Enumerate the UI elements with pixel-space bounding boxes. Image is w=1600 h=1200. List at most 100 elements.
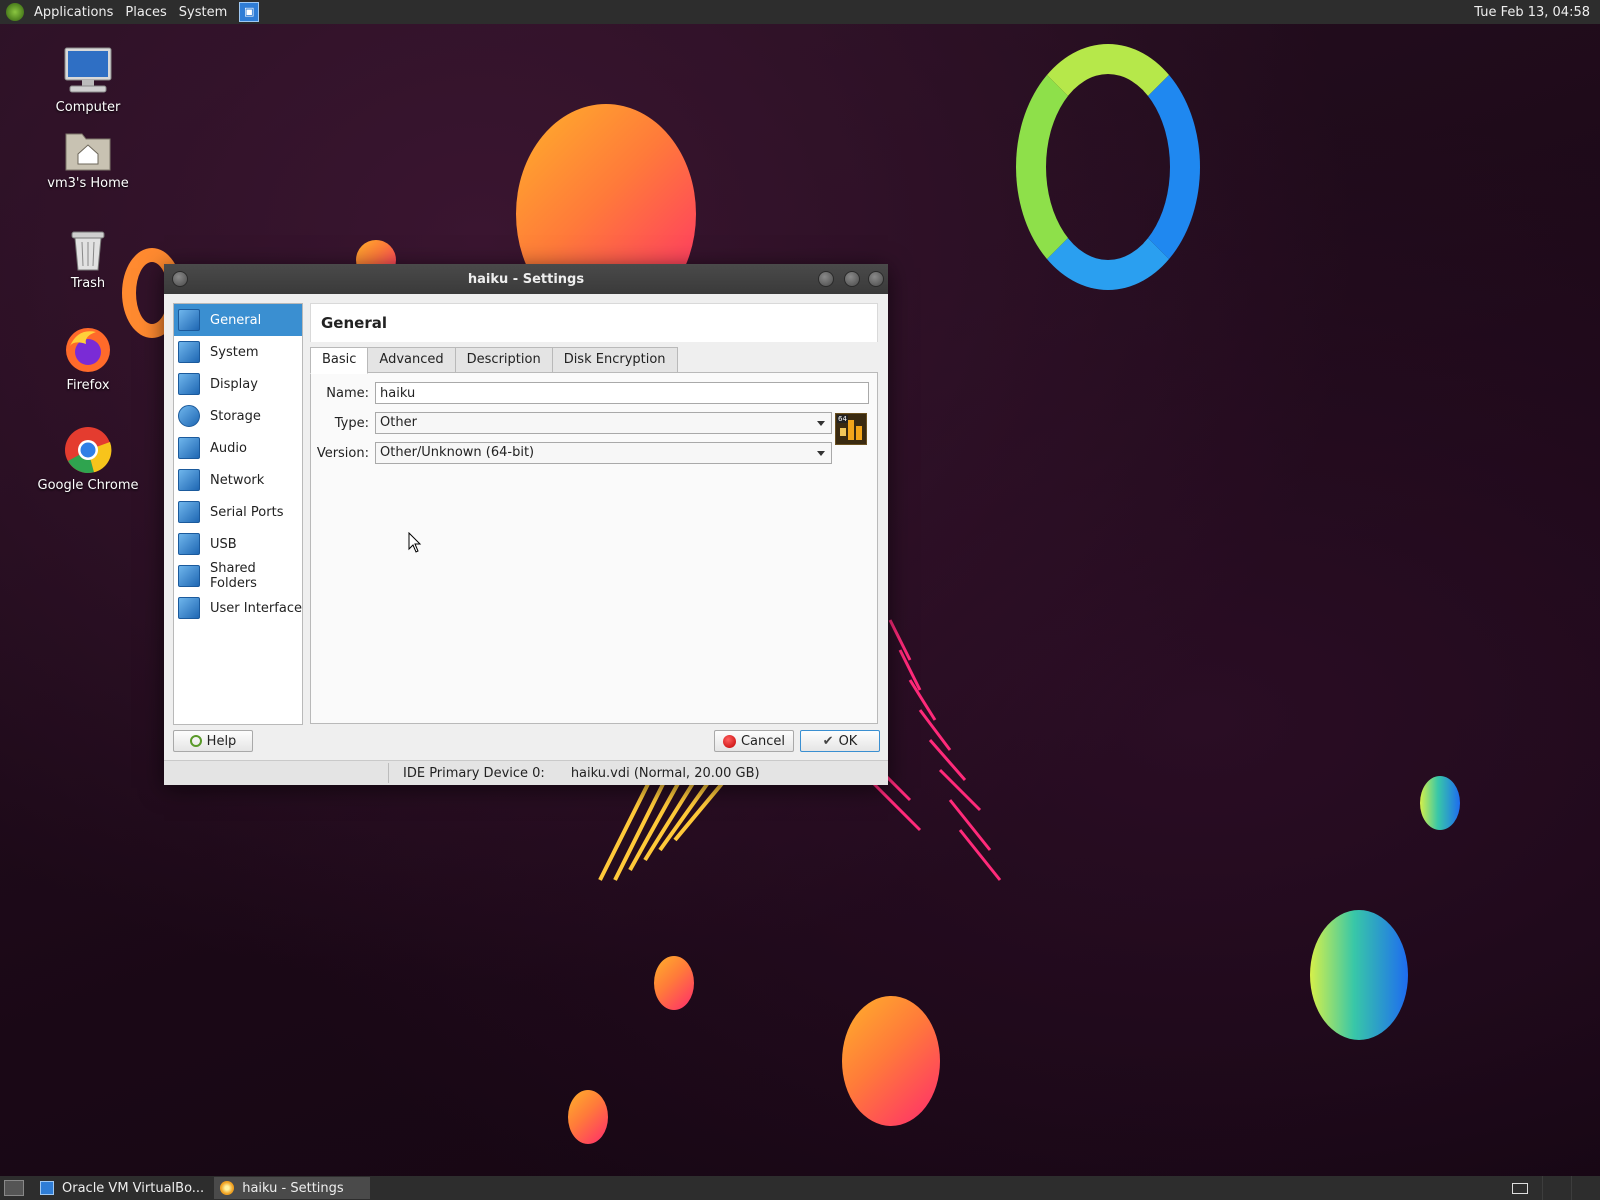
mouse-pointer-icon — [408, 532, 422, 553]
sidebar-item-label: General — [210, 312, 262, 328]
sidebar-item-label: Audio — [210, 440, 247, 456]
close-icon[interactable] — [868, 271, 884, 287]
desktop-icon-label: Trash — [70, 276, 106, 291]
window-menu-icon[interactable] — [172, 271, 188, 287]
ok-button-label: OK — [838, 733, 858, 749]
wallpaper-teal-oval-large — [1310, 910, 1408, 1040]
dialog-titlebar[interactable]: haiku - Settings — [164, 264, 888, 294]
taskbar-item-label: haiku - Settings — [242, 1180, 344, 1196]
sidebar-item-label: Network — [210, 472, 265, 488]
cancel-icon — [722, 734, 736, 748]
os-type-icon: 64 — [835, 413, 867, 445]
tab-basic[interactable]: Basic — [310, 347, 369, 374]
version-select-value: Other/Unknown (64-bit) — [380, 445, 535, 460]
tab-disk-encryption[interactable]: Disk Encryption — [551, 347, 678, 373]
system-tray — [1498, 1176, 1600, 1200]
show-desktop-icon[interactable] — [4, 1180, 24, 1196]
type-select[interactable]: Other — [375, 412, 832, 434]
tab-advanced[interactable]: Advanced — [367, 347, 456, 373]
minimize-icon[interactable] — [818, 271, 834, 287]
general-icon — [178, 309, 200, 331]
serial-ports-icon — [178, 501, 200, 523]
desktop-icon-label: Google Chrome — [37, 478, 139, 493]
applications-menu[interactable]: Applications — [28, 5, 119, 20]
sidebar-item-storage[interactable]: Storage — [174, 400, 302, 432]
version-label: Version: — [316, 445, 369, 461]
sidebar-item-system[interactable]: System — [174, 336, 302, 368]
page-title: General — [310, 303, 878, 342]
version-select[interactable]: Other/Unknown (64-bit) — [375, 442, 832, 464]
firefox-icon — [66, 328, 110, 372]
statusbar-divider — [388, 763, 389, 783]
sidebar-item-serial-ports[interactable]: Serial Ports — [174, 496, 302, 528]
cancel-button-label: Cancel — [740, 733, 786, 749]
desktop-icon-trash[interactable]: Trash — [33, 228, 143, 291]
sidebar-item-usb[interactable]: USB — [174, 528, 302, 560]
virtualbox-icon — [40, 1181, 54, 1195]
sidebar-item-label: Shared Folders — [210, 561, 257, 591]
status-disk-info: haiku.vdi (Normal, 20.00 GB) — [570, 765, 760, 781]
ok-button[interactable]: ✔ OK — [800, 730, 880, 752]
computer-icon — [64, 47, 112, 93]
desktop-icon-home[interactable]: vm3's Home — [33, 128, 143, 191]
tab-bar: Basic Advanced Description Disk Encrypti… — [310, 347, 678, 374]
distro-logo-icon[interactable] — [6, 3, 24, 21]
taskbar-item-haiku-settings[interactable]: haiku - Settings — [214, 1177, 371, 1199]
wallpaper-orange-dot-2 — [568, 1090, 608, 1144]
dialog-title: haiku - Settings — [467, 271, 585, 287]
settings-content: General Basic Advanced Description Disk … — [310, 303, 878, 724]
home-folder-icon — [65, 133, 111, 171]
storage-icon — [178, 405, 200, 427]
name-label: Name: — [326, 385, 369, 401]
sidebar-item-label: Serial Ports — [210, 504, 284, 520]
taskbar-item-virtualbox[interactable]: Oracle VM VirtualBo... — [34, 1177, 212, 1199]
settings-gear-icon — [220, 1181, 235, 1195]
system-chip-icon — [178, 341, 200, 363]
dropdown-arrow-icon — [817, 451, 825, 456]
desktop-icon-chrome[interactable]: Google Chrome — [33, 426, 143, 493]
wallpaper-teal-oval-small — [1420, 776, 1460, 830]
basic-tab-panel: Name: haiku Type: Other Version: Other/U… — [310, 372, 878, 724]
sidebar-item-general[interactable]: General — [174, 304, 302, 336]
keyboard-layout-icon[interactable] — [1512, 1182, 1528, 1194]
help-icon — [189, 735, 202, 747]
taskbar-item-label: Oracle VM VirtualBo... — [62, 1180, 205, 1196]
usb-icon — [178, 533, 200, 555]
help-button[interactable]: Help — [173, 730, 253, 752]
trash-icon — [71, 231, 105, 271]
sidebar-item-label: User Interface — [210, 600, 302, 616]
user-interface-icon — [178, 597, 200, 619]
sidebar-item-label: Display — [210, 376, 258, 392]
checkmark-icon: ✔ — [822, 733, 834, 749]
maximize-icon[interactable] — [844, 271, 860, 287]
dropdown-arrow-icon — [817, 421, 825, 426]
workspace-switcher-2[interactable] — [1571, 1176, 1600, 1200]
type-label: Type: — [334, 415, 369, 431]
type-row: Type: Other — [311, 411, 832, 435]
tab-description[interactable]: Description — [454, 347, 553, 373]
virtualbox-launcher-icon[interactable]: ▣ — [239, 2, 260, 22]
name-input[interactable]: haiku — [375, 382, 869, 404]
desktop-icon-firefox[interactable]: Firefox — [33, 326, 143, 393]
sidebar-item-shared-folders[interactable]: Shared Folders — [174, 560, 302, 592]
sidebar-item-user-interface[interactable]: User Interface — [174, 592, 302, 624]
desktop-icon-label: vm3's Home — [47, 176, 129, 191]
sidebar-item-audio[interactable]: Audio — [174, 432, 302, 464]
cancel-button[interactable]: Cancel — [714, 730, 794, 752]
desktop-icon-computer[interactable]: Computer — [33, 46, 143, 115]
status-device-label: IDE Primary Device 0: — [403, 765, 545, 781]
clock[interactable]: Tue Feb 13, 04:58 — [1474, 5, 1600, 20]
wallpaper-orange-oval — [842, 996, 940, 1126]
places-menu[interactable]: Places — [119, 5, 172, 20]
display-icon — [178, 373, 200, 395]
type-select-value: Other — [380, 415, 417, 430]
os-icon-shape — [848, 420, 854, 440]
desktop-icon-label: Computer — [55, 100, 121, 115]
os-icon-shape — [856, 426, 862, 440]
sidebar-item-label: System — [210, 344, 259, 360]
dialog-statusbar: IDE Primary Device 0: haiku.vdi (Normal,… — [164, 760, 888, 785]
sidebar-item-display[interactable]: Display — [174, 368, 302, 400]
workspace-switcher-1[interactable] — [1542, 1176, 1571, 1200]
sidebar-item-network[interactable]: Network — [174, 464, 302, 496]
system-menu[interactable]: System — [173, 5, 233, 20]
